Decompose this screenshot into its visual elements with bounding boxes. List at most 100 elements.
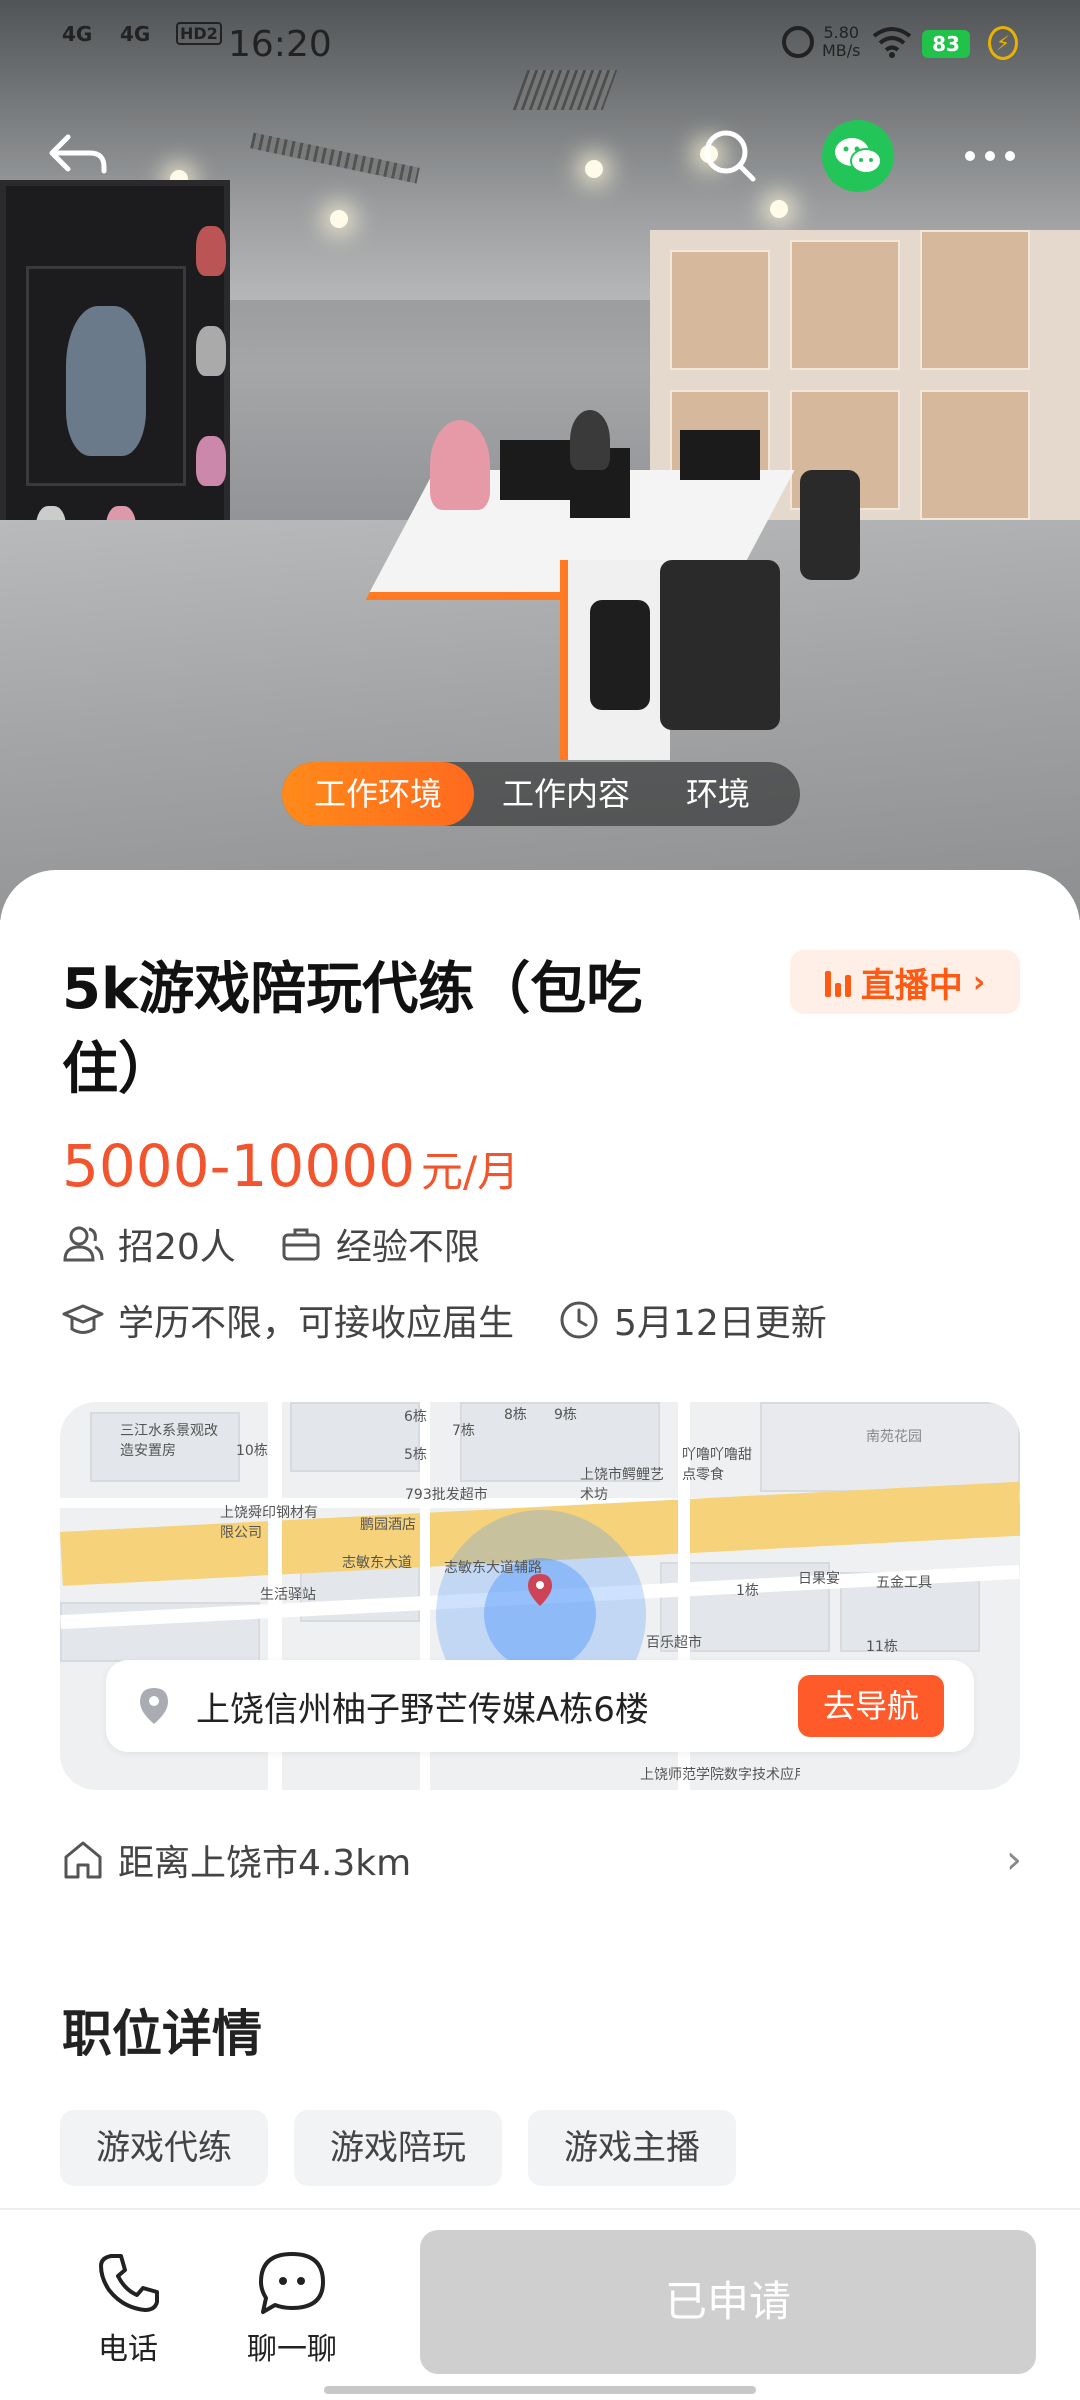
- map-label: 7栋: [452, 1423, 475, 1439]
- chat-label: 聊一聊: [247, 2332, 337, 2367]
- map-label: 日果宴: [798, 1571, 840, 1587]
- map-label: 南苑花园: [866, 1429, 922, 1445]
- map-label: 6栋: [404, 1409, 427, 1425]
- distance-text: 距离上饶市4.3km: [118, 1843, 412, 1884]
- phone-icon: [68, 2248, 188, 2318]
- map-label: 鹏园酒店: [360, 1517, 416, 1533]
- experience-text: 经验不限: [335, 1227, 480, 1268]
- network-signal-1: 4G: [62, 22, 93, 46]
- location-map[interactable]: 三江水系景观改造安置房 南苑花园 上饶市鳄鲤艺术坊 吖噜吖噜甜点零食 793批发…: [60, 1402, 1020, 1790]
- job-detail-card: 5k游戏陪玩代练（包吃住） 直播中 › 5000-10000 元/月 招20人 经…: [0, 870, 1080, 2210]
- map-label: 五金工具: [876, 1575, 932, 1591]
- status-time: 16:20: [228, 24, 332, 65]
- speed-unit: MB/s: [822, 41, 861, 60]
- salary-range: 5000-10000: [62, 1132, 416, 1200]
- status-bar: 4G 4G HD2 16:20 5.80 MB/s 83 ⚡: [0, 0, 1080, 90]
- map-label: 5栋: [404, 1447, 427, 1463]
- job-title: 5k游戏陪玩代练（包吃住）: [62, 957, 643, 1102]
- map-label: 9栋: [554, 1407, 577, 1423]
- map-label: 上饶市鳄鲤艺术坊: [580, 1467, 664, 1503]
- map-label: 志敏东大道辅路: [444, 1560, 542, 1576]
- map-label: 1栋: [736, 1583, 759, 1599]
- phone-button[interactable]: 电话: [68, 2248, 188, 2368]
- clock-icon: [558, 1299, 600, 1341]
- alarm-icon: [782, 26, 814, 58]
- map-label: 上饶师范学院数字技术应用产业学院: [640, 1767, 800, 1783]
- hd-voice-badge: HD2: [176, 22, 222, 45]
- live-bars-icon: [824, 967, 851, 997]
- wechat-share-button[interactable]: [822, 120, 894, 192]
- headcount: 招20人: [62, 1218, 236, 1270]
- update-time: 5月12日更新: [558, 1294, 827, 1346]
- back-button[interactable]: [40, 118, 116, 194]
- wechat-icon: [835, 138, 882, 174]
- more-dots-icon: [965, 151, 1015, 161]
- chevron-right-icon: ›: [1006, 1837, 1022, 1883]
- people-icon: [62, 1223, 104, 1265]
- map-label: 上饶舜印钢材有限公司: [220, 1505, 318, 1541]
- network-signal-2: 4G: [120, 22, 151, 46]
- live-button[interactable]: 直播中 ›: [790, 950, 1020, 1014]
- charging-icon: ⚡: [988, 26, 1018, 60]
- photo-monitor: [680, 430, 760, 480]
- graduation-cap-icon: [62, 1299, 104, 1341]
- job-tag: 游戏主播: [528, 2110, 736, 2186]
- map-label: 三江水系景观改造安置房: [120, 1423, 218, 1459]
- home-icon: [62, 1839, 104, 1881]
- job-tag: 游戏代练: [60, 2110, 268, 2186]
- navigate-button[interactable]: 去导航: [798, 1675, 944, 1737]
- job-meta-row-2: 学历不限，可接收应届生 5月12日更新: [62, 1294, 871, 1346]
- bottom-action-bar: 电话 聊一聊 已申请: [0, 2208, 1080, 2400]
- update-time-text: 5月12日更新: [614, 1303, 827, 1344]
- salary: 5000-10000 元/月: [62, 1132, 519, 1200]
- more-button[interactable]: [952, 118, 1028, 194]
- map-label: 百乐超市: [646, 1635, 702, 1651]
- salary-unit: 元/月: [421, 1147, 520, 1196]
- job-tag: 游戏陪玩: [294, 2110, 502, 2186]
- section-title-job-details: 职位详情: [62, 2005, 262, 2063]
- map-label: 11栋: [866, 1639, 898, 1655]
- education: 学历不限，可接收应届生: [62, 1294, 514, 1346]
- apply-button[interactable]: 已申请: [420, 2230, 1036, 2374]
- address-bar[interactable]: 上饶信州柚子野芒传媒A栋6楼 去导航: [106, 1660, 974, 1752]
- map-marker-icon: [528, 1574, 552, 1606]
- live-label: 直播中: [860, 965, 963, 1006]
- search-icon: [704, 130, 756, 182]
- photo-person: [570, 410, 610, 470]
- tab-work-content[interactable]: 工作内容: [474, 762, 658, 826]
- map-label: 8栋: [504, 1407, 527, 1423]
- photo-chair: [800, 470, 860, 580]
- headcount-text: 招20人: [118, 1227, 236, 1268]
- chat-bubble-icon: [232, 2248, 352, 2318]
- address-text: 上饶信州柚子野芒传媒A栋6楼: [196, 1689, 649, 1730]
- chevron-right-icon: ›: [972, 964, 986, 1000]
- map-label: 志敏东大道: [342, 1555, 412, 1571]
- photo-person: [430, 420, 490, 510]
- experience: 经验不限: [280, 1218, 480, 1270]
- job-tags: 游戏代练 游戏陪玩 游戏主播: [60, 2110, 736, 2186]
- speed-value: 5.80: [823, 23, 860, 42]
- photo-chair: [660, 560, 780, 730]
- gallery-tabs: 工作环境 工作内容 环境: [282, 762, 800, 826]
- map-label: 793批发超市: [405, 1487, 488, 1503]
- map-label: 10栋: [236, 1443, 268, 1459]
- tab-work-environment[interactable]: 工作环境: [282, 762, 475, 826]
- tab-environment[interactable]: 环境: [658, 762, 778, 826]
- education-text: 学历不限，可接收应届生: [118, 1303, 515, 1344]
- wifi-icon: [872, 27, 912, 58]
- map-label: 吖噜吖噜甜点零食: [682, 1447, 752, 1483]
- location-pin-icon: [134, 1686, 174, 1726]
- network-speed: 5.80 MB/s: [822, 24, 861, 60]
- battery-indicator: 83: [922, 30, 970, 58]
- distance-row[interactable]: 距离上饶市4.3km ›: [62, 1830, 1022, 1890]
- search-button[interactable]: [692, 118, 768, 194]
- photo-cabinet: [590, 600, 650, 710]
- back-arrow-icon: [49, 134, 107, 174]
- chat-button[interactable]: 聊一聊: [232, 2248, 352, 2368]
- photo-monitor: [500, 440, 570, 500]
- briefcase-icon: [280, 1223, 322, 1265]
- home-indicator[interactable]: [324, 2386, 756, 2394]
- phone-label: 电话: [98, 2332, 158, 2367]
- job-meta-row-1: 招20人 经验不限: [62, 1218, 524, 1270]
- map-label: 生活驿站: [260, 1587, 316, 1603]
